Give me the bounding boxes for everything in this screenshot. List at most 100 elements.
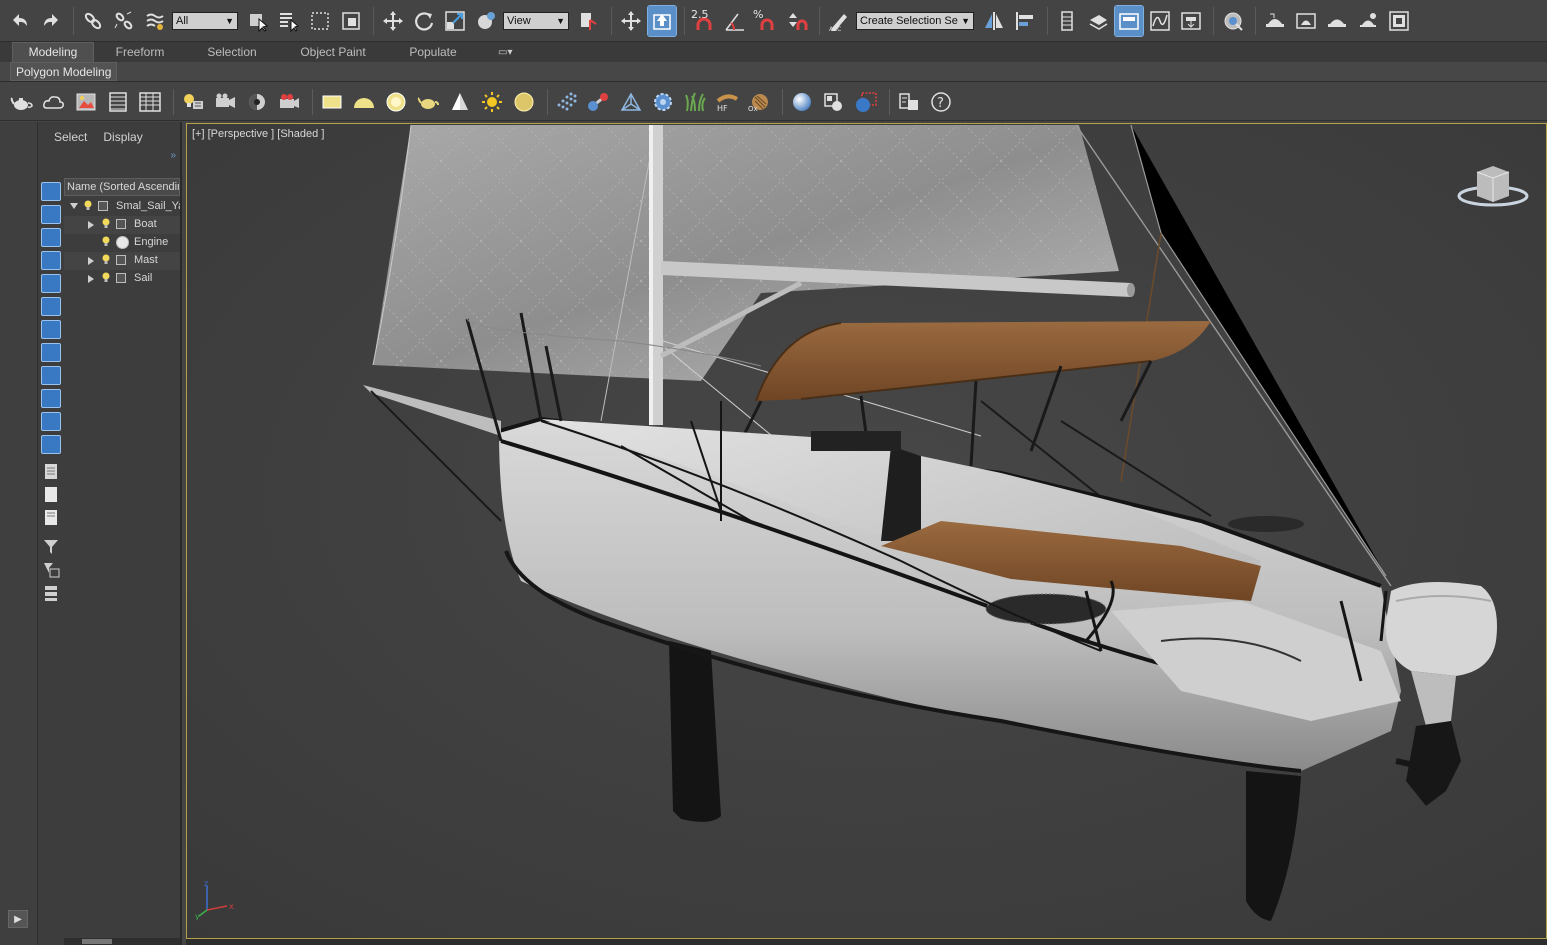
render-icon[interactable] bbox=[1323, 6, 1351, 36]
link-icon[interactable] bbox=[79, 6, 107, 36]
tree-row-engine[interactable]: Engine bbox=[64, 234, 180, 252]
tab-populate[interactable]: Populate bbox=[388, 43, 478, 62]
undo-icon[interactable] bbox=[6, 6, 34, 36]
expand-right-icon[interactable] bbox=[88, 257, 94, 265]
tree-row-boat[interactable]: Boat bbox=[64, 216, 180, 234]
molecule-icon[interactable] bbox=[585, 88, 613, 116]
display-cameras-icon[interactable] bbox=[41, 274, 61, 293]
light-bulb-icon[interactable] bbox=[84, 200, 92, 211]
plane-light-icon[interactable] bbox=[318, 88, 346, 116]
toggle-ribbon-icon[interactable] bbox=[1114, 4, 1144, 37]
disc-light-icon[interactable] bbox=[510, 88, 538, 116]
edit-named-sel-icon[interactable]: ABC bbox=[825, 6, 853, 36]
expand-icon[interactable]: » bbox=[170, 150, 176, 161]
menu-display[interactable]: Display bbox=[103, 130, 142, 148]
window-crossing-icon[interactable] bbox=[337, 6, 365, 36]
grid-icon[interactable] bbox=[104, 88, 132, 116]
sphere-light-icon[interactable] bbox=[382, 88, 410, 116]
redo-icon[interactable] bbox=[37, 6, 65, 36]
display-lights-icon[interactable] bbox=[41, 251, 61, 270]
filter-icon[interactable] bbox=[41, 537, 61, 556]
picture-icon[interactable] bbox=[72, 88, 100, 116]
light-bulb-icon[interactable] bbox=[102, 236, 110, 247]
tab-freeform[interactable]: Freeform bbox=[94, 43, 186, 62]
mirror-icon[interactable] bbox=[980, 6, 1008, 36]
selection-filter-dropdown[interactable]: All ▼ bbox=[172, 11, 238, 30]
tab-modeling[interactable]: Modeling bbox=[12, 42, 94, 62]
viewport-label[interactable]: [+] [Perspective ] [Shaded ] bbox=[192, 128, 324, 140]
camera-icon[interactable] bbox=[211, 88, 239, 116]
help-icon[interactable]: ? bbox=[927, 88, 955, 116]
dome-light-icon[interactable] bbox=[350, 88, 378, 116]
display-xrefs-icon[interactable] bbox=[41, 366, 61, 385]
schematic-view-icon[interactable] bbox=[1177, 6, 1205, 36]
tree-row-sail[interactable]: Sail bbox=[64, 270, 180, 288]
page-lines-icon[interactable] bbox=[41, 508, 61, 527]
fur-icon[interactable]: Ox bbox=[745, 88, 773, 116]
perspective-viewport[interactable]: [+] [Perspective ] [Shaded ] z x y bbox=[186, 123, 1547, 939]
layers-icon[interactable] bbox=[1053, 6, 1081, 36]
display-helpers-icon[interactable] bbox=[41, 297, 61, 316]
particles-icon[interactable] bbox=[553, 88, 581, 116]
tab-selection[interactable]: Selection bbox=[186, 43, 278, 62]
light-bulb-icon[interactable] bbox=[102, 218, 110, 229]
polygon-modeling-panel-button[interactable]: Polygon Modeling bbox=[10, 62, 118, 81]
unlink-icon[interactable] bbox=[110, 6, 138, 36]
cone-icon[interactable] bbox=[446, 88, 474, 116]
curve-editor-icon[interactable] bbox=[1146, 6, 1174, 36]
display-containers-icon[interactable] bbox=[41, 412, 61, 431]
display-geometry-icon[interactable] bbox=[41, 205, 61, 224]
display-frozen-icon[interactable] bbox=[41, 435, 61, 454]
bind-space-warp-icon[interactable] bbox=[141, 6, 169, 36]
select-object-icon[interactable] bbox=[244, 6, 272, 36]
spinner-snap-icon[interactable] bbox=[783, 6, 811, 36]
expand-down-icon[interactable] bbox=[70, 203, 78, 209]
camera3-icon[interactable] bbox=[275, 88, 303, 116]
manipulate-icon[interactable] bbox=[617, 6, 645, 36]
grid2-icon[interactable] bbox=[136, 88, 164, 116]
tab-object-paint[interactable]: Object Paint bbox=[278, 43, 388, 62]
select-by-name-icon[interactable] bbox=[275, 6, 303, 36]
column-header-name[interactable]: Name (Sorted Ascending) bbox=[64, 178, 180, 196]
display-bones-icon[interactable] bbox=[41, 389, 61, 408]
filter-list-icon[interactable] bbox=[41, 560, 61, 579]
snap-icon[interactable] bbox=[647, 4, 677, 37]
scale-icon[interactable] bbox=[441, 6, 469, 36]
render-frame-icon[interactable] bbox=[1292, 6, 1320, 36]
grass-icon[interactable] bbox=[681, 88, 709, 116]
teapot-light-icon[interactable] bbox=[414, 88, 442, 116]
display-groups-icon[interactable] bbox=[41, 343, 61, 362]
pivot-icon[interactable] bbox=[575, 6, 603, 36]
horizontal-scrollbar[interactable] bbox=[64, 938, 180, 945]
align-icon[interactable] bbox=[1011, 6, 1039, 36]
material-sphere-icon[interactable] bbox=[852, 88, 880, 116]
tree-row-mast[interactable]: Mast bbox=[64, 252, 180, 270]
tree-row-root[interactable]: Smal_Sail_Yacht bbox=[64, 198, 180, 216]
page-icon[interactable] bbox=[41, 485, 61, 504]
menu-select[interactable]: Select bbox=[54, 130, 87, 148]
expand-right-icon[interactable] bbox=[88, 275, 94, 283]
teapot-icon[interactable] bbox=[8, 88, 36, 116]
ribbon-options-icon[interactable]: ▭▾ bbox=[498, 47, 512, 62]
play-icon[interactable]: ▶ bbox=[8, 910, 28, 928]
render-iterative-icon[interactable] bbox=[1385, 6, 1413, 36]
list-icon[interactable] bbox=[41, 462, 61, 481]
tripod-icon[interactable] bbox=[617, 88, 645, 116]
ref-coord-dropdown[interactable]: View ▼ bbox=[503, 11, 569, 30]
display-spacewarps-icon[interactable] bbox=[41, 320, 61, 339]
render-cloud-icon[interactable] bbox=[1354, 6, 1382, 36]
gear-icon[interactable] bbox=[649, 88, 677, 116]
scrollbar-thumb[interactable] bbox=[82, 939, 112, 944]
viewcube-icon[interactable] bbox=[1456, 158, 1530, 211]
rotate-icon[interactable] bbox=[410, 6, 438, 36]
placement-icon[interactable] bbox=[472, 6, 500, 36]
display-none-icon[interactable] bbox=[41, 182, 61, 201]
angle-icon[interactable] bbox=[721, 6, 749, 36]
light-bulb-icon[interactable] bbox=[102, 272, 110, 283]
rect-region-icon[interactable] bbox=[306, 6, 334, 36]
cloud-icon[interactable] bbox=[40, 88, 68, 116]
asset-icon[interactable] bbox=[895, 88, 923, 116]
sun-icon[interactable] bbox=[478, 88, 506, 116]
named-selection-dropdown[interactable]: Create Selection Se ▼ bbox=[856, 11, 974, 30]
render-setup-icon[interactable] bbox=[1261, 6, 1289, 36]
